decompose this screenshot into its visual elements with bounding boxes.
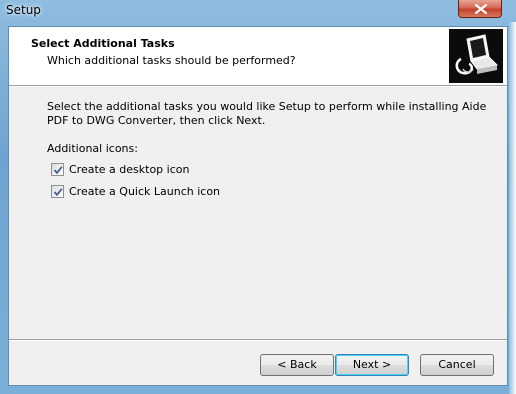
title-bar[interactable]: Setup [0, 0, 516, 22]
setup-window: Setup Select Additional Tasks Which addi… [0, 0, 516, 394]
page-subtitle: Which additional tasks should be perform… [47, 54, 296, 67]
task-description: Select the additional tasks you would li… [47, 100, 487, 127]
close-icon [475, 4, 487, 14]
checkmark-icon [53, 187, 63, 196]
back-button[interactable]: < Back [260, 354, 334, 376]
additional-icons-label: Additional icons: [47, 142, 138, 155]
wizard-client-area: Select Additional Tasks Which additional… [8, 26, 508, 386]
close-button[interactable] [458, 0, 502, 18]
wizard-header: Select Additional Tasks Which additional… [9, 27, 507, 86]
cancel-button[interactable]: Cancel [420, 354, 494, 376]
desktop-icon-checkbox[interactable] [51, 162, 64, 176]
task-label: Create a desktop icon [69, 162, 190, 176]
header-divider [9, 86, 507, 87]
window-frame-edge [509, 22, 516, 394]
checkmark-icon [53, 165, 63, 174]
setup-computer-icon [449, 29, 503, 83]
window-title: Setup [6, 3, 41, 17]
footer-divider [9, 339, 507, 341]
next-button[interactable]: Next > [335, 354, 409, 376]
task-label: Create a Quick Launch icon [69, 184, 221, 198]
quick-launch-icon-checkbox[interactable] [51, 184, 64, 198]
task-desktop-icon[interactable]: Create a desktop icon [51, 161, 189, 177]
page-title: Select Additional Tasks [31, 37, 175, 50]
task-quick-launch-icon[interactable]: Create a Quick Launch icon [51, 183, 220, 199]
